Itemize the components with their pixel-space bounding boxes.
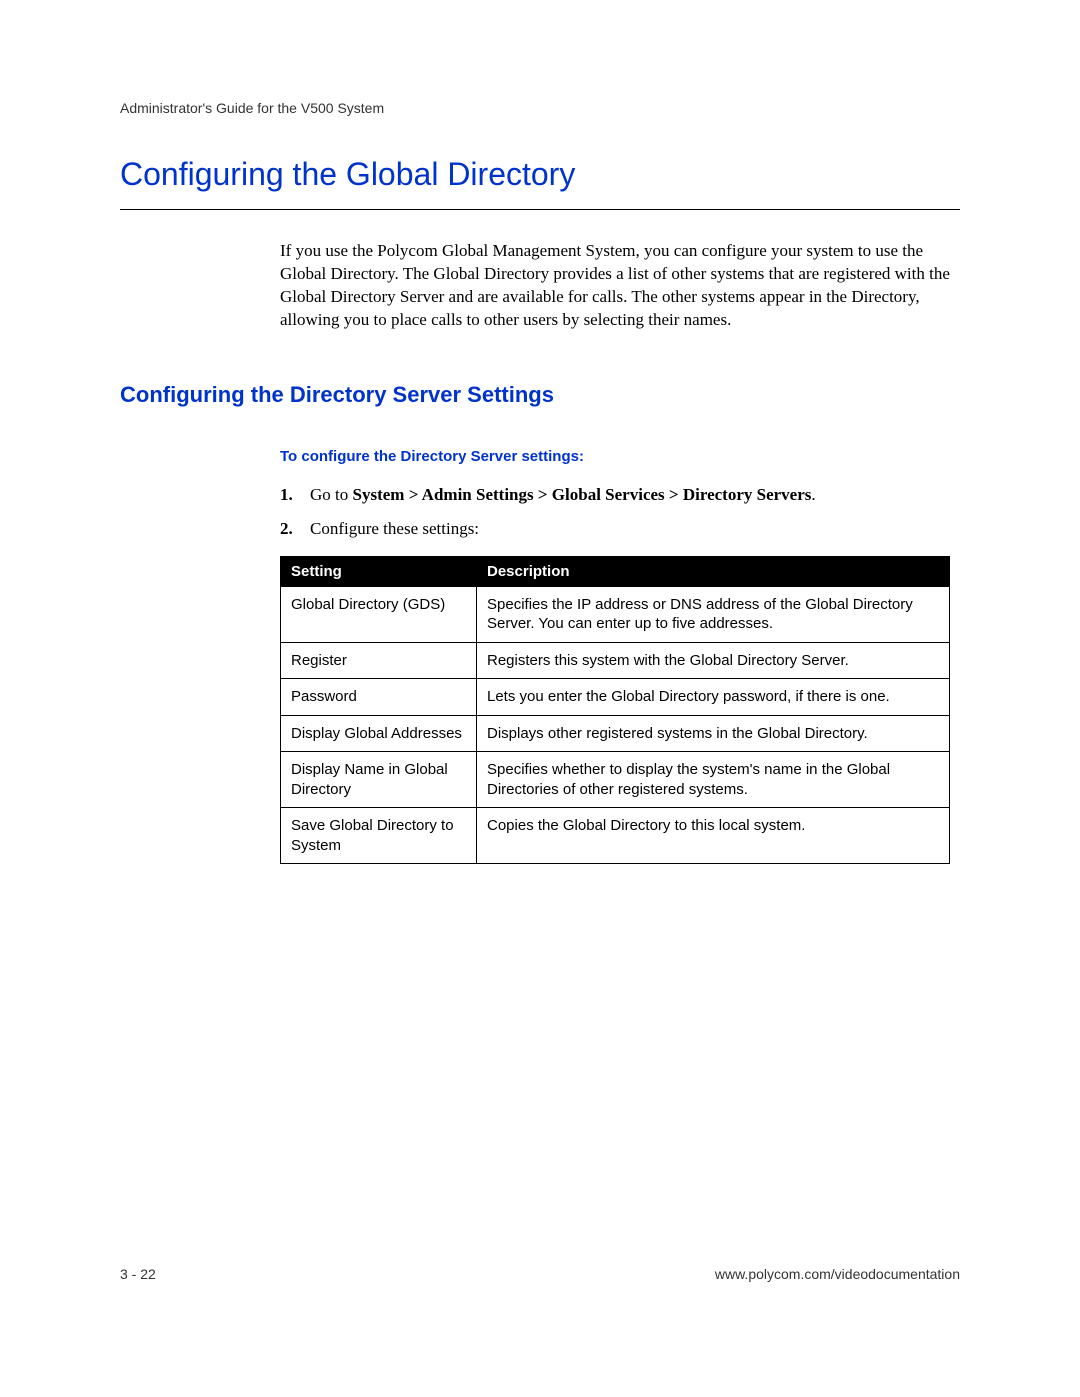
description-cell: Lets you enter the Global Directory pass… <box>477 679 950 716</box>
step-2: 2. Configure these settings: <box>280 519 960 539</box>
setting-cell: Display Name in Global Directory <box>281 752 477 808</box>
steps-list: 1. Go to System > Admin Settings > Globa… <box>280 485 960 539</box>
setting-cell: Global Directory (GDS) <box>281 586 477 642</box>
step-number: 1. <box>280 485 293 505</box>
step-1: 1. Go to System > Admin Settings > Globa… <box>280 485 960 505</box>
description-cell: Specifies whether to display the system'… <box>477 752 950 808</box>
setting-cell: Save Global Directory to System <box>281 808 477 864</box>
setting-cell: Password <box>281 679 477 716</box>
table-row: Display Name in Global Directory Specifi… <box>281 752 950 808</box>
table-row: Register Registers this system with the … <box>281 642 950 679</box>
doc-header: Administrator's Guide for the V500 Syste… <box>120 100 960 116</box>
step-nav-path: System > Admin Settings > Global Service… <box>353 485 812 504</box>
table-row: Global Directory (GDS) Specifies the IP … <box>281 586 950 642</box>
intro-paragraph: If you use the Polycom Global Management… <box>280 240 960 332</box>
subsection-title: To configure the Directory Server settin… <box>280 448 960 465</box>
step-text-prefix: Go to <box>310 485 353 504</box>
table-row: Save Global Directory to System Copies t… <box>281 808 950 864</box>
settings-table: Setting Description Global Directory (GD… <box>280 556 950 865</box>
setting-cell: Register <box>281 642 477 679</box>
step-number: 2. <box>280 519 293 539</box>
page-number: 3 - 22 <box>120 1266 156 1282</box>
table-header-row: Setting Description <box>281 556 950 586</box>
table-row: Display Global Addresses Displays other … <box>281 715 950 752</box>
table-row: Password Lets you enter the Global Direc… <box>281 679 950 716</box>
description-cell: Specifies the IP address or DNS address … <box>477 586 950 642</box>
section-title: Configuring the Directory Server Setting… <box>120 382 960 408</box>
description-cell: Copies the Global Directory to this loca… <box>477 808 950 864</box>
page-title: Configuring the Global Directory <box>120 156 960 201</box>
setting-cell: Display Global Addresses <box>281 715 477 752</box>
footer-url: www.polycom.com/videodocumentation <box>715 1266 960 1282</box>
step-text: Configure these settings: <box>310 519 479 538</box>
col-header-setting: Setting <box>281 556 477 586</box>
col-header-description: Description <box>477 556 950 586</box>
title-rule <box>120 209 960 210</box>
description-cell: Displays other registered systems in the… <box>477 715 950 752</box>
page-footer: 3 - 22 www.polycom.com/videodocumentatio… <box>120 1266 960 1282</box>
step-text-suffix: . <box>811 485 815 504</box>
description-cell: Registers this system with the Global Di… <box>477 642 950 679</box>
